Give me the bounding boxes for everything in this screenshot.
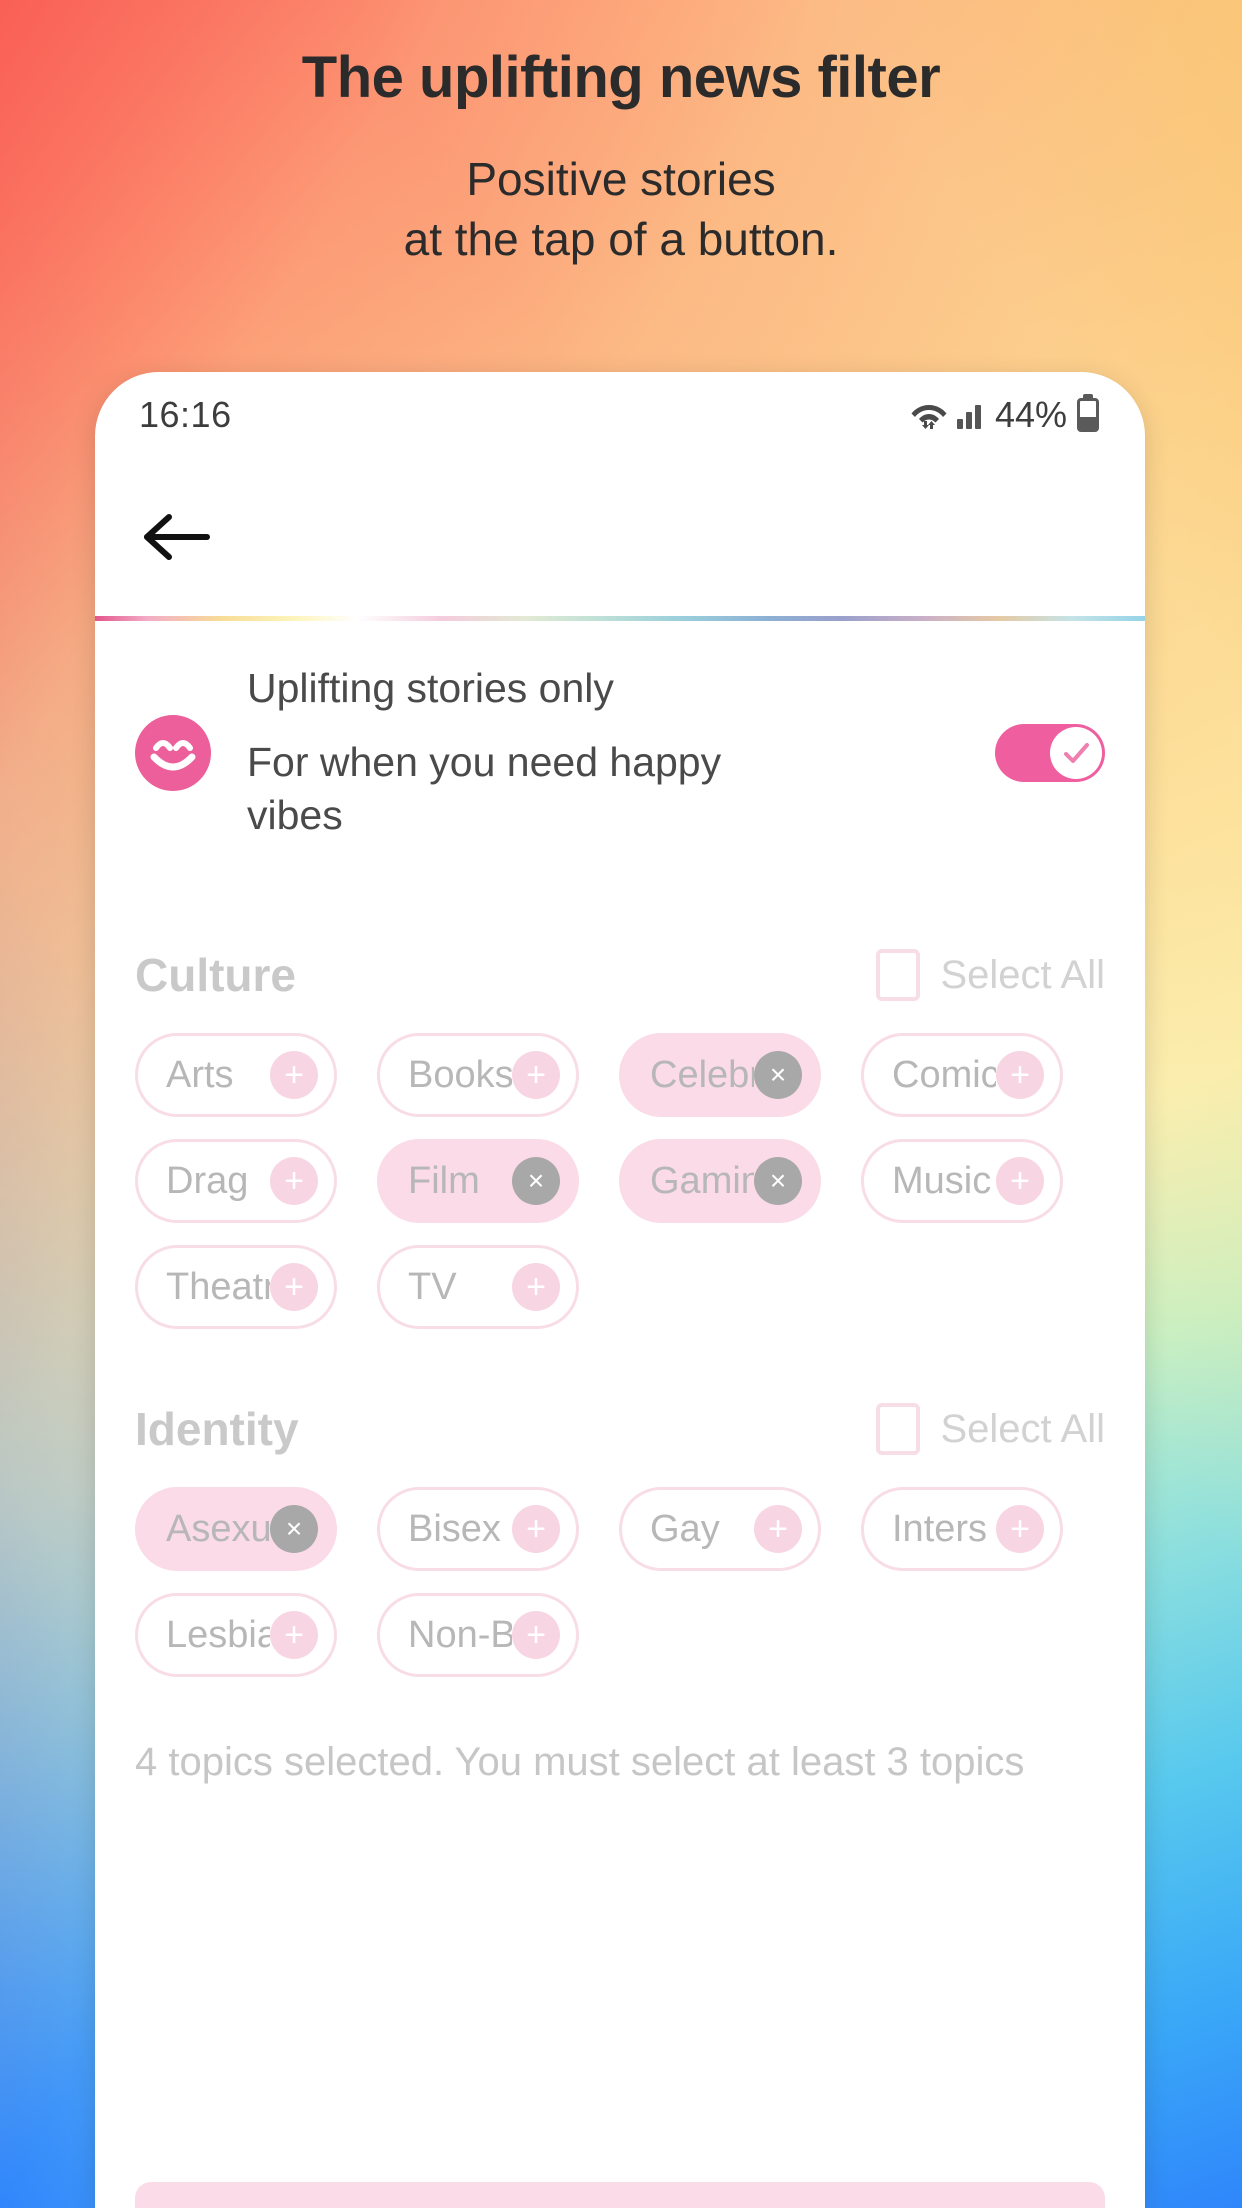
section-title: Culture	[135, 949, 296, 1002]
topic-chip-label: Film	[408, 1159, 480, 1202]
topic-chip-label: Drag	[166, 1159, 249, 1202]
add-topic-icon[interactable]: +	[996, 1157, 1044, 1206]
topic-chip-list: Arts + Books + Celebr × Comic + Drag + Film × Gamin ×…	[135, 1033, 1105, 1330]
battery-percent: 44%	[994, 394, 1067, 435]
promo-subline-2: at the tap of a button.	[403, 212, 839, 265]
check-icon	[1064, 743, 1089, 764]
app-bar	[95, 458, 1145, 616]
add-topic-icon[interactable]: +	[996, 1051, 1044, 1100]
status-icons: 44%	[909, 394, 1099, 436]
add-topic-icon[interactable]: +	[512, 1505, 560, 1554]
select-all-checkbox[interactable]	[876, 1403, 921, 1456]
add-topic-icon[interactable]: +	[512, 1263, 560, 1312]
topic-chip-label: Gay	[650, 1507, 720, 1550]
remove-topic-icon[interactable]: ×	[754, 1157, 802, 1206]
selection-note: 4 topics selected. You must select at le…	[135, 1740, 1025, 1785]
topic-chip-label: Celebr	[650, 1053, 754, 1096]
promo-subline: Positive stories at the tap of a button.	[0, 150, 1242, 270]
select-all-checkbox[interactable]	[876, 949, 921, 1002]
topic-chip-label: Theatr	[166, 1265, 270, 1308]
topic-chip-label: Arts	[166, 1053, 234, 1096]
topic-chip[interactable]: Theatr +	[135, 1245, 337, 1330]
add-topic-icon[interactable]: +	[996, 1505, 1044, 1554]
topic-chip-label: Comic	[892, 1053, 996, 1096]
back-arrow-icon[interactable]	[143, 514, 215, 560]
section-identity: Identity Select All Asexu × Bisex + Gay + Inters…	[95, 1381, 1145, 1678]
wifi-icon	[909, 397, 949, 434]
uplifting-stories-text: Uplifting stories only For when you need…	[247, 665, 983, 841]
topic-chip[interactable]: Non-Bi+	[377, 1593, 579, 1678]
topic-chip-label: Bisex	[408, 1507, 501, 1550]
uplifting-stories-row[interactable]: Uplifting stories only For when you need…	[95, 621, 1145, 875]
phone-mockup: 16:16 44% Uplifting stories only For whe…	[95, 372, 1145, 2208]
uplifting-stories-subtitle: For when you need happy vibes	[247, 739, 722, 838]
add-topic-icon[interactable]: +	[270, 1157, 318, 1206]
battery-icon	[1077, 398, 1099, 432]
uplifting-stories-toggle[interactable]	[995, 724, 1105, 783]
topic-chip[interactable]: Film ×	[377, 1139, 579, 1224]
topic-chip[interactable]: Asexu ×	[135, 1487, 337, 1572]
status-bar: 16:16 44%	[95, 372, 1145, 458]
topic-chip-label: Inters	[892, 1507, 988, 1550]
topic-chip-label: Books	[408, 1053, 512, 1096]
add-topic-icon[interactable]: +	[754, 1505, 802, 1554]
topic-chip[interactable]: Celebr ×	[619, 1033, 821, 1118]
bottom-cta-button[interactable]	[135, 2182, 1105, 2208]
promo-screenshot: The uplifting news filter Positive stori…	[0, 0, 1242, 2208]
topic-chip-label: Asexu	[166, 1507, 270, 1550]
rainbow-divider	[95, 616, 1145, 621]
topic-chip-list: Asexu×Bisex+Gay+Inters+Lesbia+Non-Bi+	[135, 1487, 1105, 1678]
topic-chip[interactable]: Comic +	[861, 1033, 1063, 1118]
topic-chip[interactable]: Books +	[377, 1033, 579, 1118]
toggle-knob	[1050, 727, 1102, 780]
section-header: Identity Select All	[135, 1381, 1105, 1477]
topic-chip[interactable]: TV +	[377, 1245, 579, 1330]
select-all-label: Select All	[940, 1406, 1105, 1451]
topic-chip[interactable]: Gamin ×	[619, 1139, 821, 1224]
section-header: Culture Select All	[135, 927, 1105, 1023]
topic-chip[interactable]: Lesbia +	[135, 1593, 337, 1678]
add-topic-icon[interactable]: +	[270, 1051, 318, 1100]
remove-topic-icon[interactable]: ×	[512, 1157, 560, 1206]
topic-chip-label: Non-Bi	[408, 1613, 512, 1656]
remove-topic-icon[interactable]: ×	[270, 1505, 318, 1554]
topic-chip-label: Music	[892, 1159, 992, 1202]
topic-chip[interactable]: Arts +	[135, 1033, 337, 1118]
add-topic-icon[interactable]: +	[270, 1611, 318, 1660]
section-culture: Culture Select All Arts + Books + Celebr × Comic…	[95, 927, 1145, 1330]
add-topic-icon[interactable]: +	[270, 1263, 318, 1312]
add-topic-icon[interactable]: +	[512, 1051, 560, 1100]
promo-subline-1: Positive stories	[466, 152, 776, 205]
topic-chip[interactable]: Music +	[861, 1139, 1063, 1224]
promo-copy: The uplifting news filter Positive stori…	[0, 0, 1242, 269]
smiley-face-icon	[135, 715, 211, 792]
promo-headline: The uplifting news filter	[301, 45, 941, 110]
section-title: Identity	[135, 1403, 299, 1456]
topic-chip[interactable]: Bisex +	[377, 1487, 579, 1572]
topic-chip-label: Gamin	[650, 1159, 754, 1202]
remove-topic-icon[interactable]: ×	[754, 1051, 802, 1100]
status-time: 16:16	[139, 394, 232, 435]
topic-chip[interactable]: Inters +	[861, 1487, 1063, 1572]
topic-chip[interactable]: Gay +	[619, 1487, 821, 1572]
select-all-label: Select All	[940, 952, 1105, 997]
cellular-signal-icon	[956, 401, 981, 429]
uplifting-stories-title: Uplifting stories only	[247, 665, 614, 711]
topic-sections: Culture Select All Arts + Books + Celebr × Comic…	[95, 927, 1145, 1678]
topic-chip-label: TV	[408, 1265, 457, 1308]
select-all-control[interactable]: Select All	[876, 949, 1105, 1002]
add-topic-icon[interactable]: +	[512, 1611, 560, 1660]
topic-chip[interactable]: Drag +	[135, 1139, 337, 1224]
topic-chip-label: Lesbia	[166, 1613, 270, 1656]
select-all-control[interactable]: Select All	[876, 1403, 1105, 1456]
